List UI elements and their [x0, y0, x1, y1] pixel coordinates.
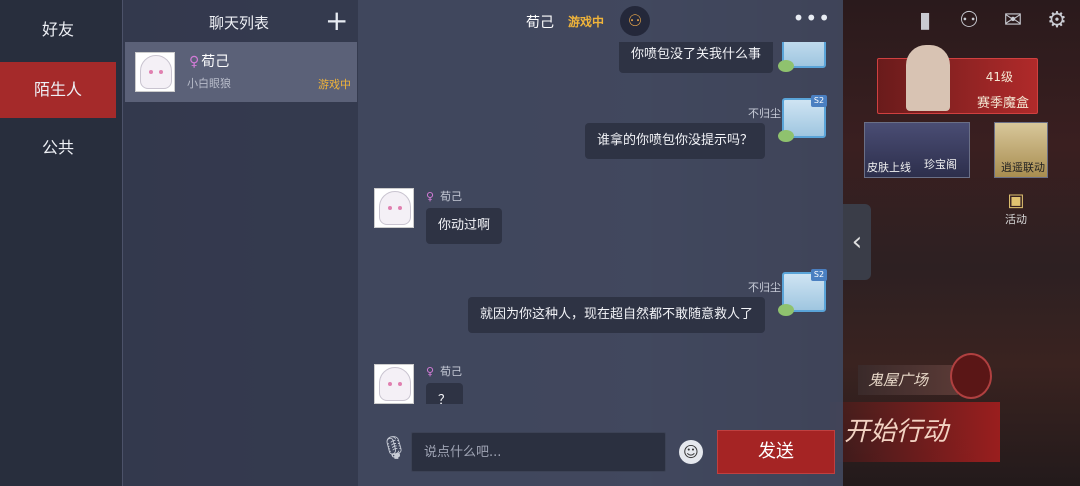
mail-icon[interactable]: ✉ [1000, 8, 1026, 34]
chat-item-subtitle: 小白眼狼 [187, 77, 231, 90]
sender-name: 不归尘 [748, 107, 781, 120]
message-bubble: 就因为你这种人，现在超自然都不敢随意救人了 [467, 297, 765, 333]
top-icon-bar: ▮ ⚇ ✉ ⚙ [912, 8, 1070, 34]
message-bubble: 谁拿的你喷包你没提示吗？ [584, 123, 765, 159]
chat-list-header: 聊天列表 + [123, 0, 359, 42]
avatar: S2 [778, 95, 827, 142]
avatar [778, 42, 826, 72]
female-icon: ♀ [189, 54, 200, 70]
list-item[interactable]: ♀ 荀己 小白眼狼 游戏中 [125, 42, 357, 102]
message-input[interactable] [411, 432, 666, 472]
send-button[interactable]: 发送 [717, 430, 835, 474]
female-icon: ♀ [426, 365, 435, 378]
chat-list-title: 聊天列表 [209, 14, 270, 32]
avatar: S2 [778, 269, 827, 316]
conversation-panel: 荀己 游戏中 ⚇ ••• 你喷包没了关我什么事 不归尘 S2 谁拿的你喷包你没提… [358, 0, 843, 486]
emoji-icon[interactable]: ☺ [679, 440, 703, 464]
level-text: 41级 [985, 70, 1013, 84]
tab-public[interactable]: 公共 [0, 120, 116, 176]
sender-name: ♀ 荀己 [426, 365, 463, 378]
collab-event-card[interactable]: 逍遥联动 [994, 122, 1048, 178]
status-badge: 游戏中 [318, 78, 351, 91]
more-icon[interactable]: ••• [793, 6, 831, 30]
message-bubble: 你喷包没了关我什么事 [618, 42, 773, 73]
avatar [374, 364, 414, 404]
ghost-mask-icon[interactable] [950, 353, 992, 399]
activity-button[interactable]: ▣ 活动 [998, 190, 1034, 227]
chat-tab-rail: 好友 陌生人 公共 [0, 0, 122, 486]
leaderboard-icon[interactable]: ▮ [912, 8, 938, 34]
add-friend-icon[interactable]: ⚇ [620, 6, 650, 36]
ghost-house-banner[interactable]: 鬼屋广场 [858, 365, 958, 395]
add-friend-icon[interactable]: ⚇ [956, 8, 982, 34]
chevron-left-icon[interactable]: ‹ [843, 204, 871, 280]
start-action-button[interactable]: 开始行动 [830, 402, 1000, 462]
tab-strangers[interactable]: 陌生人 [0, 62, 116, 118]
tab-friends[interactable]: 好友 [0, 2, 116, 58]
season-box-label: 赛季魔盒 [976, 96, 1029, 111]
chat-list-panel: 聊天列表 + ♀ 荀己 小白眼狼 游戏中 [122, 0, 358, 486]
character-portrait [906, 45, 950, 111]
treasure-pavilion-button[interactable]: 珍宝阁 [920, 140, 970, 176]
sender-name: 不归尘 [748, 281, 781, 294]
avatar [374, 188, 414, 228]
treasure-label: 珍宝阁 [924, 158, 957, 171]
peer-name: 荀己 [526, 15, 554, 31]
activity-icon: ▣ [1007, 190, 1025, 211]
message-input-bar: 🎙 ☺ 发送 [358, 426, 843, 486]
sender-name: ♀ 荀己 [426, 190, 463, 203]
female-icon: ♀ [426, 190, 435, 203]
message-bubble: 你动过啊 [426, 208, 503, 244]
activity-label: 活动 [1005, 213, 1027, 226]
plus-icon[interactable]: + [325, 4, 348, 37]
chat-item-name: ♀ 荀己 [189, 54, 230, 70]
message-bubble: ？ [426, 383, 464, 404]
skin-card-label: 皮肤上线 [867, 161, 911, 174]
conversation-header: 荀己 游戏中 ⚇ ••• [358, 0, 843, 42]
microphone-icon[interactable]: 🎙 [380, 436, 408, 468]
avatar [135, 52, 175, 92]
message-list: 你喷包没了关我什么事 不归尘 S2 谁拿的你喷包你没提示吗？ ♀ 荀己 你动过啊 … [358, 42, 843, 404]
event-card-label: 逍遥联动 [1001, 161, 1045, 174]
gear-icon[interactable]: ⚙ [1044, 8, 1070, 34]
peer-status: 游戏中 [568, 15, 605, 29]
season-box-banner[interactable]: 41级 赛季魔盒 [877, 45, 1038, 114]
